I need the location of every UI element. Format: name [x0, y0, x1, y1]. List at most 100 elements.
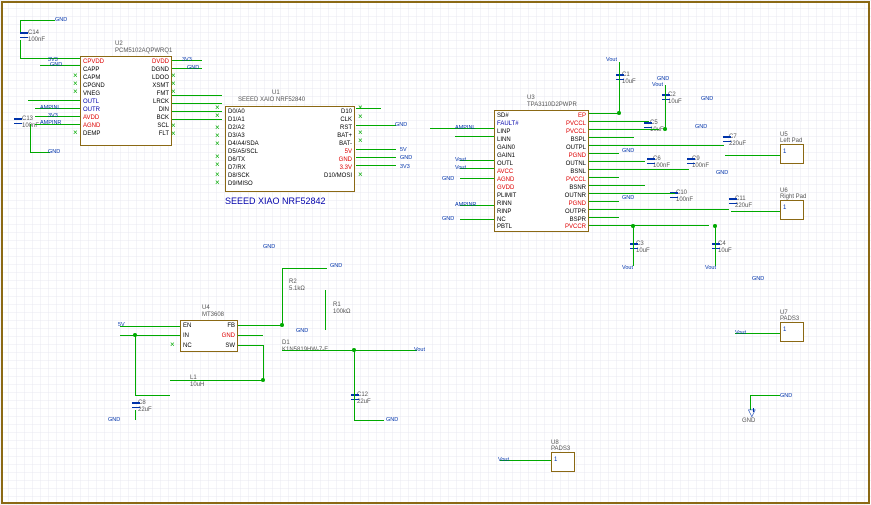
wire — [356, 125, 396, 126]
net-vout: Vout — [735, 330, 746, 336]
cap-c7 — [723, 136, 731, 142]
junction — [133, 333, 137, 337]
gnd-lbl: GND — [395, 122, 407, 128]
wire — [589, 161, 645, 162]
u1-ref: U1 — [272, 90, 280, 96]
gnd-lbl: GND — [780, 393, 792, 399]
nc: × — [215, 113, 221, 119]
u1-footer: SEEED XIAO NRF52842 — [225, 196, 326, 206]
gnd-lbl: GND — [108, 417, 120, 423]
pad-u7 — [780, 322, 804, 342]
wire — [589, 217, 619, 218]
wire — [356, 149, 396, 150]
c2-val: 10uF — [668, 99, 682, 105]
wire — [750, 395, 780, 396]
wire — [460, 219, 494, 220]
wire — [633, 226, 634, 266]
gnd-txt: GND — [742, 418, 755, 424]
c14-val: 100nF — [28, 37, 45, 43]
net-vout: Vout — [652, 82, 663, 88]
cap-c13 — [14, 118, 22, 124]
wire — [282, 350, 417, 351]
c3-val: 10uF — [636, 248, 650, 254]
l1-val: 10uH — [190, 382, 204, 388]
net-vout: Vout — [705, 265, 716, 271]
nc: × — [171, 131, 177, 137]
cap-c12 — [351, 394, 359, 400]
wire — [135, 410, 136, 420]
schematic-canvas: U2 PCM5102AQPWRQ1 CPVDD CAPP CAPM CPGND … — [0, 0, 871, 505]
net-3v3: 3V3 — [48, 57, 58, 63]
gnd-lbl: GND — [386, 417, 398, 423]
u4-name: MT3608 — [202, 312, 224, 318]
gnd-lbl: GND — [296, 328, 308, 334]
c1-val: 10uF — [622, 79, 636, 85]
wire — [589, 121, 649, 122]
gnd-symbol — [748, 408, 760, 418]
u4-ref: U4 — [202, 305, 210, 311]
gnd-lbl: GND — [622, 148, 634, 154]
gnd-lbl: GND — [622, 195, 634, 201]
wire — [715, 226, 716, 266]
gnd-lbl: GND — [330, 263, 342, 269]
net-3v3: 3V3 — [48, 113, 58, 119]
u1-name: SEEED XAIO NRF52840 — [238, 97, 305, 103]
c7-val: 220uF — [729, 141, 746, 147]
wire — [282, 268, 283, 326]
r2-ref: R2 — [289, 279, 297, 285]
wire — [665, 85, 666, 130]
nc: × — [358, 138, 364, 144]
d1-ref: D1 — [282, 340, 290, 346]
wire — [30, 152, 50, 153]
nc: × — [358, 114, 364, 120]
nc: × — [215, 162, 221, 168]
wire — [238, 325, 283, 326]
net-ampinr: AMPINR — [455, 202, 476, 208]
wire — [354, 350, 355, 420]
wire — [589, 137, 634, 138]
net-vout: Vout — [622, 265, 633, 271]
c13-ref: C13 — [22, 116, 33, 122]
u3-ref: U3 — [527, 95, 535, 101]
wire — [20, 20, 55, 21]
r1-val: 100kΩ — [333, 309, 351, 315]
net-vout: Vout — [455, 165, 466, 171]
pad-u6 — [780, 200, 804, 220]
wire — [589, 225, 709, 226]
ic-u4: EN IN NC FB GND SW — [180, 320, 238, 352]
wire — [20, 40, 21, 58]
wire — [170, 380, 263, 381]
c8-val: 22uF — [138, 407, 152, 413]
wire — [356, 157, 396, 158]
net-vout: Vout — [606, 57, 617, 63]
ic-u3: SD# FAULT# LINP LINN GAIN0 GAIN1 OUTL AV… — [494, 110, 589, 232]
net-ampinl: AMPINL — [40, 105, 60, 111]
net-5v: 5V — [118, 322, 125, 328]
junction — [713, 224, 717, 228]
wire — [589, 169, 689, 170]
wire — [120, 335, 180, 336]
junction — [631, 224, 635, 228]
nc: × — [215, 141, 221, 147]
wire — [589, 177, 619, 178]
gnd-lbl: GND — [187, 65, 199, 71]
wire — [589, 193, 675, 194]
gnd-lbl: GND — [442, 216, 454, 222]
cap-c11 — [729, 198, 737, 204]
gnd-lbl: GND — [695, 124, 707, 130]
nc: × — [170, 342, 176, 348]
cap-c3 — [630, 243, 638, 249]
c4-val: 10uF — [718, 248, 732, 254]
net-3v3: 3V3 — [400, 164, 410, 170]
wire — [455, 136, 494, 137]
u2-ref: U2 — [115, 41, 123, 47]
pad-u5 — [780, 144, 804, 164]
u3-name: TPA3110D2PWPR — [527, 102, 577, 108]
wire — [725, 155, 780, 156]
wire — [263, 345, 264, 380]
wire — [589, 129, 659, 130]
net-vout: Vout — [455, 157, 466, 163]
r1-ref: R1 — [333, 302, 341, 308]
wire — [172, 95, 222, 96]
nc: × — [215, 180, 221, 186]
